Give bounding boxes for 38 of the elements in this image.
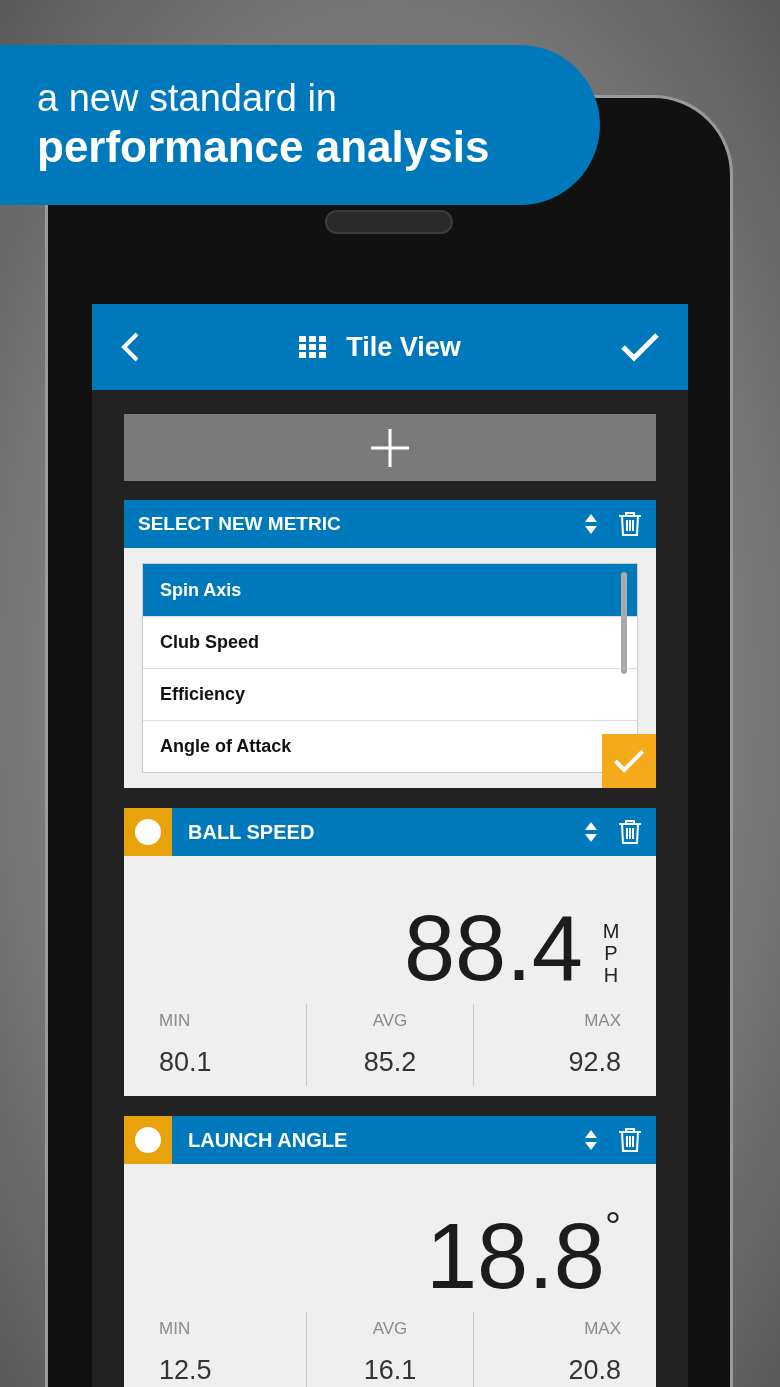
stat-label: MAX (584, 1010, 621, 1032)
stat-value: 80.1 (159, 1045, 212, 1079)
grid-icon (299, 336, 327, 358)
stat-label: AVG (372, 1318, 408, 1340)
metric-value: 88.4 (403, 902, 583, 994)
banner-title: performance analysis (37, 121, 491, 174)
stat-label: MIN (159, 1010, 191, 1032)
tile-title: SELECT NEW METRIC (138, 511, 342, 536)
stat-value: 92.8 (568, 1045, 621, 1079)
trash-icon[interactable] (618, 819, 642, 845)
stat-value: 20.8 (568, 1353, 621, 1387)
stat-value: 12.5 (159, 1353, 212, 1387)
stat-label: MIN (159, 1318, 191, 1340)
metric-option[interactable]: Angle of Attack (160, 733, 292, 760)
back-icon[interactable] (120, 331, 140, 363)
banner-subtitle: a new standard in (37, 75, 338, 121)
trash-icon[interactable] (618, 1127, 642, 1153)
sort-icon[interactable] (584, 1128, 598, 1152)
sort-icon[interactable] (584, 512, 598, 536)
trash-icon[interactable] (618, 511, 642, 537)
check-icon[interactable] (613, 749, 645, 773)
unit-label: MPH (601, 920, 621, 986)
metric-option[interactable]: Club Speed (160, 629, 259, 656)
metric-option[interactable]: Spin Axis (160, 576, 242, 604)
confirm-icon[interactable] (620, 332, 660, 362)
metric-value: 18.8 (425, 1210, 605, 1302)
sort-icon[interactable] (584, 820, 598, 844)
metric-option[interactable]: Efficiency (160, 681, 246, 708)
tile-title: BALL SPEED (188, 820, 316, 845)
stat-value: 85.2 (363, 1045, 417, 1079)
stat-label: MAX (584, 1318, 621, 1340)
stat-label: AVG (372, 1010, 408, 1032)
screen-title: Tile View (346, 330, 461, 364)
unit-label: ° (605, 1206, 621, 1246)
plus-icon (370, 427, 410, 468)
stat-value: 16.1 (363, 1353, 417, 1387)
add-tile-button[interactable] (124, 414, 656, 481)
tile-title: LAUNCH ANGLE (188, 1128, 349, 1153)
